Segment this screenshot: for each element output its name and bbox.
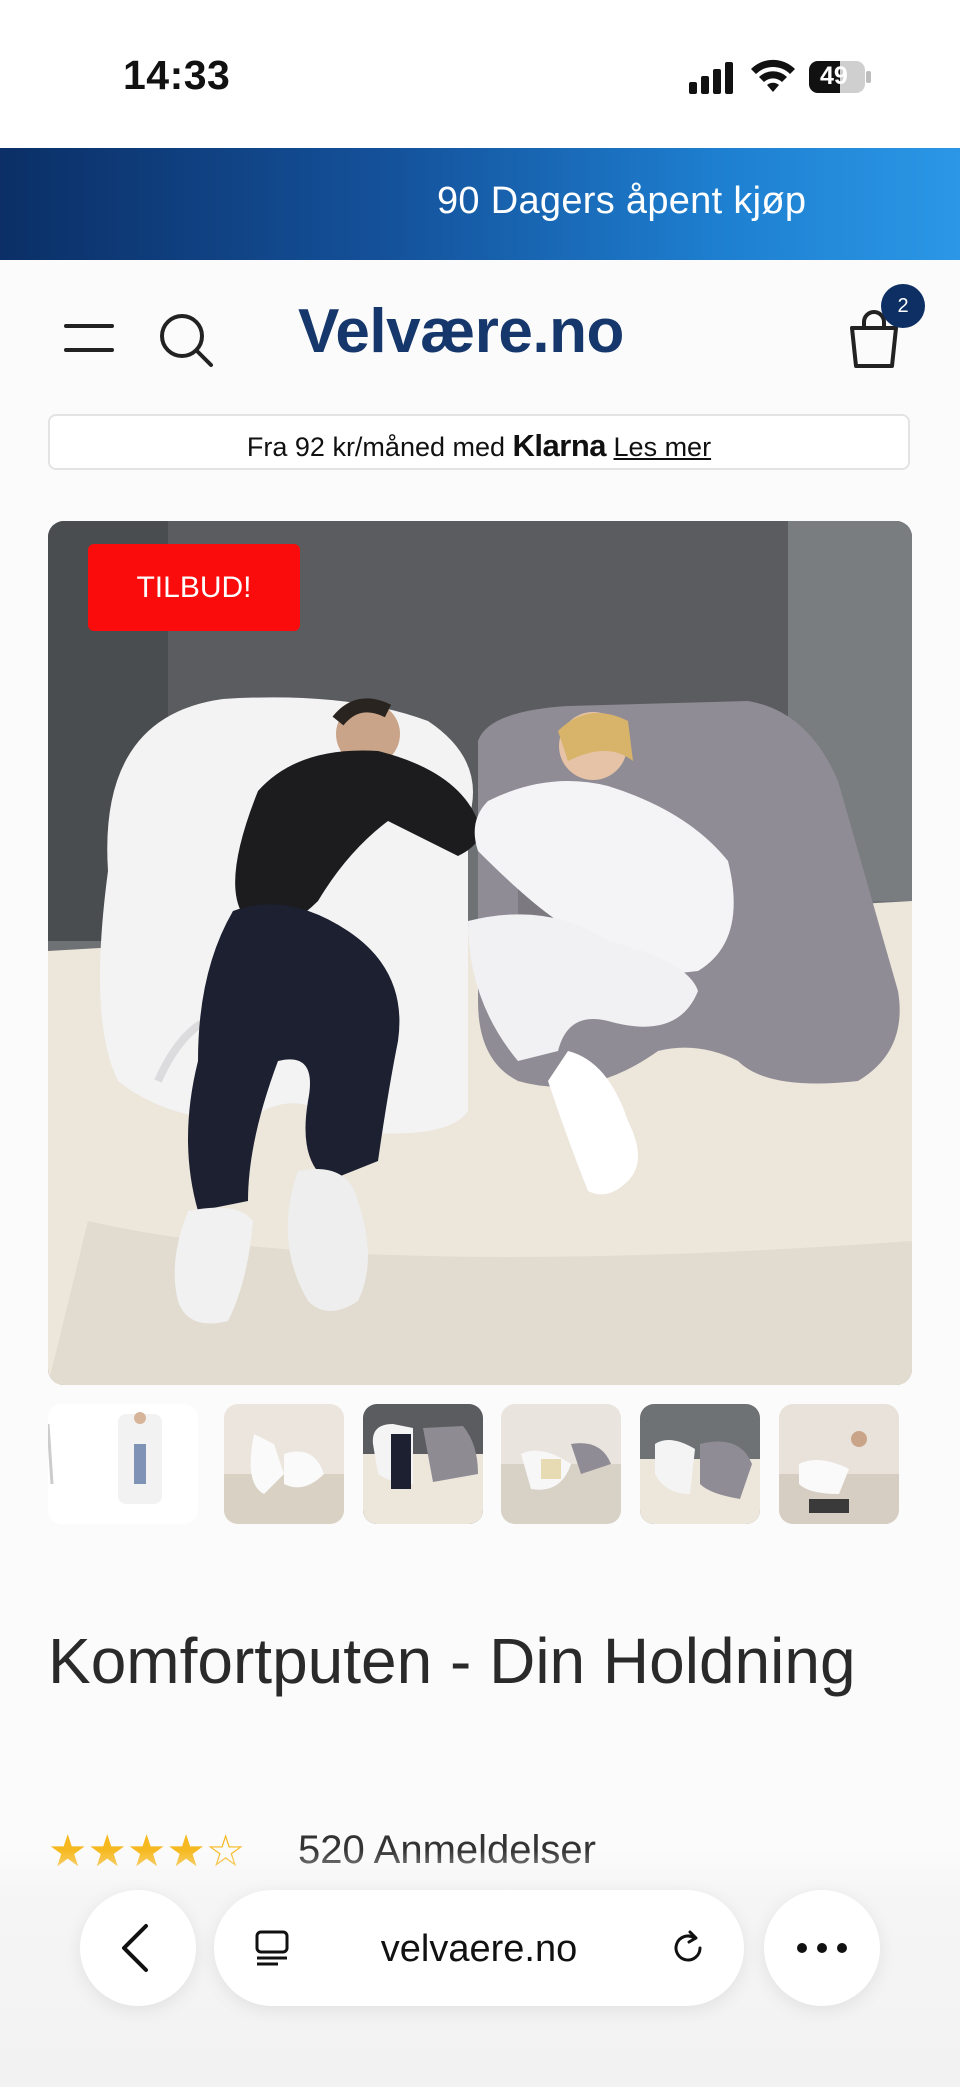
product-thumbnail[interactable]: [224, 1404, 344, 1524]
browser-url[interactable]: velvaere.no: [214, 1928, 744, 1971]
promo-banner: 90 Dagers åpent kjøp: [0, 148, 960, 260]
more-options-icon: [797, 1943, 847, 1953]
klarna-read-more-link[interactable]: Les mer: [614, 432, 712, 462]
wifi-icon: [751, 59, 795, 92]
product-thumbnail[interactable]: [640, 1404, 760, 1524]
product-thumbnail[interactable]: [363, 1404, 483, 1524]
cellular-signal-icon: [689, 62, 733, 94]
browser-back-button[interactable]: [80, 1890, 196, 2006]
product-title: Komfortputen - Din Holdning: [48, 1625, 856, 1697]
hamburger-menu-icon[interactable]: [64, 318, 114, 358]
battery-level: 49: [820, 62, 848, 90]
battery-icon: 49: [808, 60, 872, 94]
klarna-prefix: Fra 92 kr/måned med: [246, 432, 506, 462]
klarna-financing-bar: Fra 92 kr/måned med Klarna Les mer: [48, 414, 910, 470]
reload-icon[interactable]: [668, 1928, 708, 1968]
chevron-left-icon: [122, 1924, 148, 1972]
product-main-image[interactable]: [48, 521, 912, 1385]
sale-badge: TILBUD!: [88, 544, 300, 631]
browser-address-bar[interactable]: velvaere.no: [214, 1890, 744, 2006]
cart-count-badge[interactable]: 2: [881, 284, 925, 328]
product-thumbnail[interactable]: [779, 1404, 899, 1524]
product-thumbnail[interactable]: [501, 1404, 621, 1524]
search-icon[interactable]: [158, 312, 214, 368]
promo-text: 90 Dagers åpent kjøp: [437, 180, 807, 222]
klarna-logo: Klarna: [512, 428, 607, 463]
status-time: 14:33: [123, 52, 231, 98]
browser-more-button[interactable]: [764, 1890, 880, 2006]
product-thumbnail[interactable]: [48, 1404, 198, 1524]
site-logo[interactable]: Velvære.no: [298, 296, 624, 367]
